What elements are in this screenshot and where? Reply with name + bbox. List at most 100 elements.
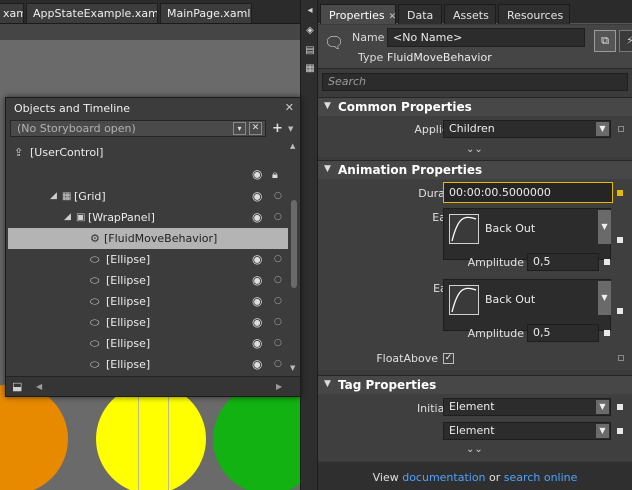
layers-icon[interactable]: ▤ (303, 44, 317, 58)
common-properties-header[interactable]: ▼ Common Properties (318, 98, 632, 116)
ellipse-yellow[interactable] (96, 384, 206, 490)
search-online-link[interactable]: search online (504, 471, 578, 484)
doc-tab-appstateexample[interactable]: AppStateExample.xaml (26, 3, 158, 23)
easing-curve-preview (449, 214, 479, 244)
tab-resources[interactable]: Resources (498, 4, 570, 24)
events-view-icon[interactable]: ⚡ (619, 30, 632, 52)
ellipse-orange[interactable] (0, 384, 68, 490)
amplitude-y-input[interactable]: 0,5 (527, 324, 599, 342)
lock-icon[interactable]: 🔒︎ (272, 164, 278, 185)
property-marker[interactable] (618, 355, 624, 361)
property-marker[interactable] (604, 330, 610, 336)
chevron-down-icon[interactable]: ▼ (598, 281, 611, 315)
tag-combo[interactable]: Element ▼ (443, 422, 611, 440)
eye-icon[interactable]: ◉ (252, 249, 262, 270)
chevron-down-icon[interactable]: ▼ (596, 400, 609, 414)
eye-icon[interactable]: ◉ (252, 291, 262, 312)
expand-triangle-icon[interactable]: ◢ (50, 186, 57, 207)
lock-toggle-icon[interactable]: ○ (274, 186, 282, 207)
properties-search-input[interactable]: Search (322, 73, 628, 91)
float-above-checkbox[interactable]: ✓ (443, 353, 454, 364)
tree-row[interactable]: ⬭ [Ellipse] ◉ ○ (8, 249, 288, 270)
close-icon[interactable]: ✕ (389, 12, 397, 22)
lock-toggle-icon[interactable]: ○ (274, 291, 282, 312)
initial-tag-combo[interactable]: Element ▼ (443, 398, 611, 416)
eye-icon[interactable]: ◉ (252, 164, 262, 185)
eye-icon[interactable]: ◉ (252, 333, 262, 354)
eye-icon[interactable]: ◉ (252, 354, 262, 374)
easex-value: Back Out (485, 222, 536, 235)
property-marker[interactable] (617, 308, 623, 314)
tree-vertical-scrollbar[interactable]: ▲ ▼ (288, 142, 300, 376)
name-field[interactable]: <No Name> (387, 28, 585, 47)
lock-toggle-icon[interactable]: ○ (274, 207, 282, 228)
expand-advanced-icon[interactable]: ⌄⌄ (466, 144, 483, 155)
animation-properties-header[interactable]: ▼ Animation Properties (318, 161, 632, 179)
tag-properties-header[interactable]: ▼ Tag Properties (318, 376, 632, 394)
close-icon[interactable]: ✕ (285, 101, 294, 114)
tree-row-selected[interactable]: ⚙ [FluidMoveBehavior] (8, 228, 288, 249)
lock-toggle-icon[interactable]: ○ (274, 249, 282, 270)
scroll-left-icon[interactable]: ◀ (36, 382, 42, 391)
amplitude-x-input[interactable]: 0,5 (527, 253, 599, 271)
behavior-gear-icon: ⚙ (90, 232, 100, 245)
add-storyboard-button[interactable]: + (272, 121, 283, 136)
chevron-down-icon[interactable]: ▼ (596, 122, 609, 136)
property-marker-set[interactable] (617, 190, 623, 196)
ellipse-green[interactable] (213, 384, 300, 490)
chevron-down-icon[interactable]: ▼ (288, 125, 293, 133)
expand-advanced-icon[interactable]: ⌄⌄ (466, 444, 483, 455)
tree-row[interactable]: ⇪ [UserControl] (8, 142, 288, 163)
lock-toggle-icon[interactable]: ○ (274, 333, 282, 354)
tree-row[interactable]: ⬭ [Ellipse] ◉ ○ (8, 270, 288, 291)
eye-icon[interactable]: ◉ (252, 270, 262, 291)
tree-row[interactable]: ⬭ [Ellipse] ◉ ○ (8, 354, 288, 374)
properties-view-icon[interactable]: ⧉ (594, 30, 616, 52)
panel-footer: ⬓ ◀ ▶ (6, 376, 300, 396)
tree-row[interactable]: ⬭ [Ellipse] ◉ ○ (8, 291, 288, 312)
name-label: Name (352, 31, 385, 44)
lock-toggle-icon[interactable]: ○ (274, 354, 282, 374)
storyboard-combo[interactable]: (No Storyboard open) (10, 120, 266, 137)
property-marker[interactable] (604, 259, 610, 265)
timeline-toggle-icon[interactable]: ⬓ (12, 380, 22, 393)
property-marker[interactable] (617, 428, 623, 434)
doc-tab-partial[interactable]: xaml (0, 3, 24, 23)
collapse-triangle-icon[interactable]: ▼ (324, 164, 331, 174)
tree-row[interactable]: ⬭ [Ellipse] ◉ ○ (8, 333, 288, 354)
scroll-up-icon[interactable]: ▲ (290, 142, 295, 150)
grid-icon: ▦ (62, 191, 72, 202)
tree-row[interactable]: ◢ ▦ [Grid] ◉ ○ (8, 186, 288, 207)
tree-row[interactable]: ⬭ [Ellipse] ◉ ○ (8, 312, 288, 333)
chevron-down-icon[interactable]: ▼ (596, 424, 609, 438)
doc-tab-mainpage[interactable]: MainPage.xaml (160, 3, 252, 23)
lock-toggle-icon[interactable]: ○ (274, 312, 282, 333)
object-icon[interactable]: ◈ (303, 24, 317, 38)
eye-icon[interactable]: ◉ (252, 186, 262, 207)
chevron-down-icon[interactable]: ▼ (598, 210, 611, 244)
lock-toggle-icon[interactable]: ○ (274, 270, 282, 291)
tab-data[interactable]: Data (398, 4, 442, 24)
chevron-left-icon[interactable]: ◂ (303, 4, 317, 18)
duration-input[interactable]: 00:00:00.5000000 (443, 182, 613, 203)
tree-row[interactable]: ◢ ▣ [WrapPanel] ◉ ○ (8, 207, 288, 228)
eye-icon[interactable]: ◉ (252, 312, 262, 333)
property-marker[interactable] (617, 237, 623, 243)
property-marker[interactable] (618, 126, 624, 132)
documentation-link[interactable]: documentation (402, 471, 485, 484)
scrollbar-thumb[interactable] (291, 200, 297, 288)
eye-icon[interactable]: ◉ (252, 207, 262, 228)
property-marker[interactable] (617, 404, 623, 410)
expand-triangle-icon[interactable]: ◢ (64, 207, 71, 228)
close-storyboard-icon[interactable]: ✕ (249, 122, 262, 135)
scope-up-icon[interactable]: ⇪ (14, 142, 23, 163)
chevron-down-icon[interactable]: ▾ (233, 122, 246, 135)
tab-assets[interactable]: Assets (444, 4, 496, 24)
collapse-triangle-icon[interactable]: ▼ (324, 101, 331, 111)
scroll-down-icon[interactable]: ▼ (290, 364, 295, 372)
scroll-right-icon[interactable]: ▶ (276, 382, 282, 391)
tab-properties[interactable]: Properties ✕ (320, 4, 396, 24)
applies-to-combo[interactable]: Children ▼ (443, 120, 611, 138)
assets-icon[interactable]: ▦ (303, 62, 317, 76)
collapse-triangle-icon[interactable]: ▼ (324, 379, 331, 389)
